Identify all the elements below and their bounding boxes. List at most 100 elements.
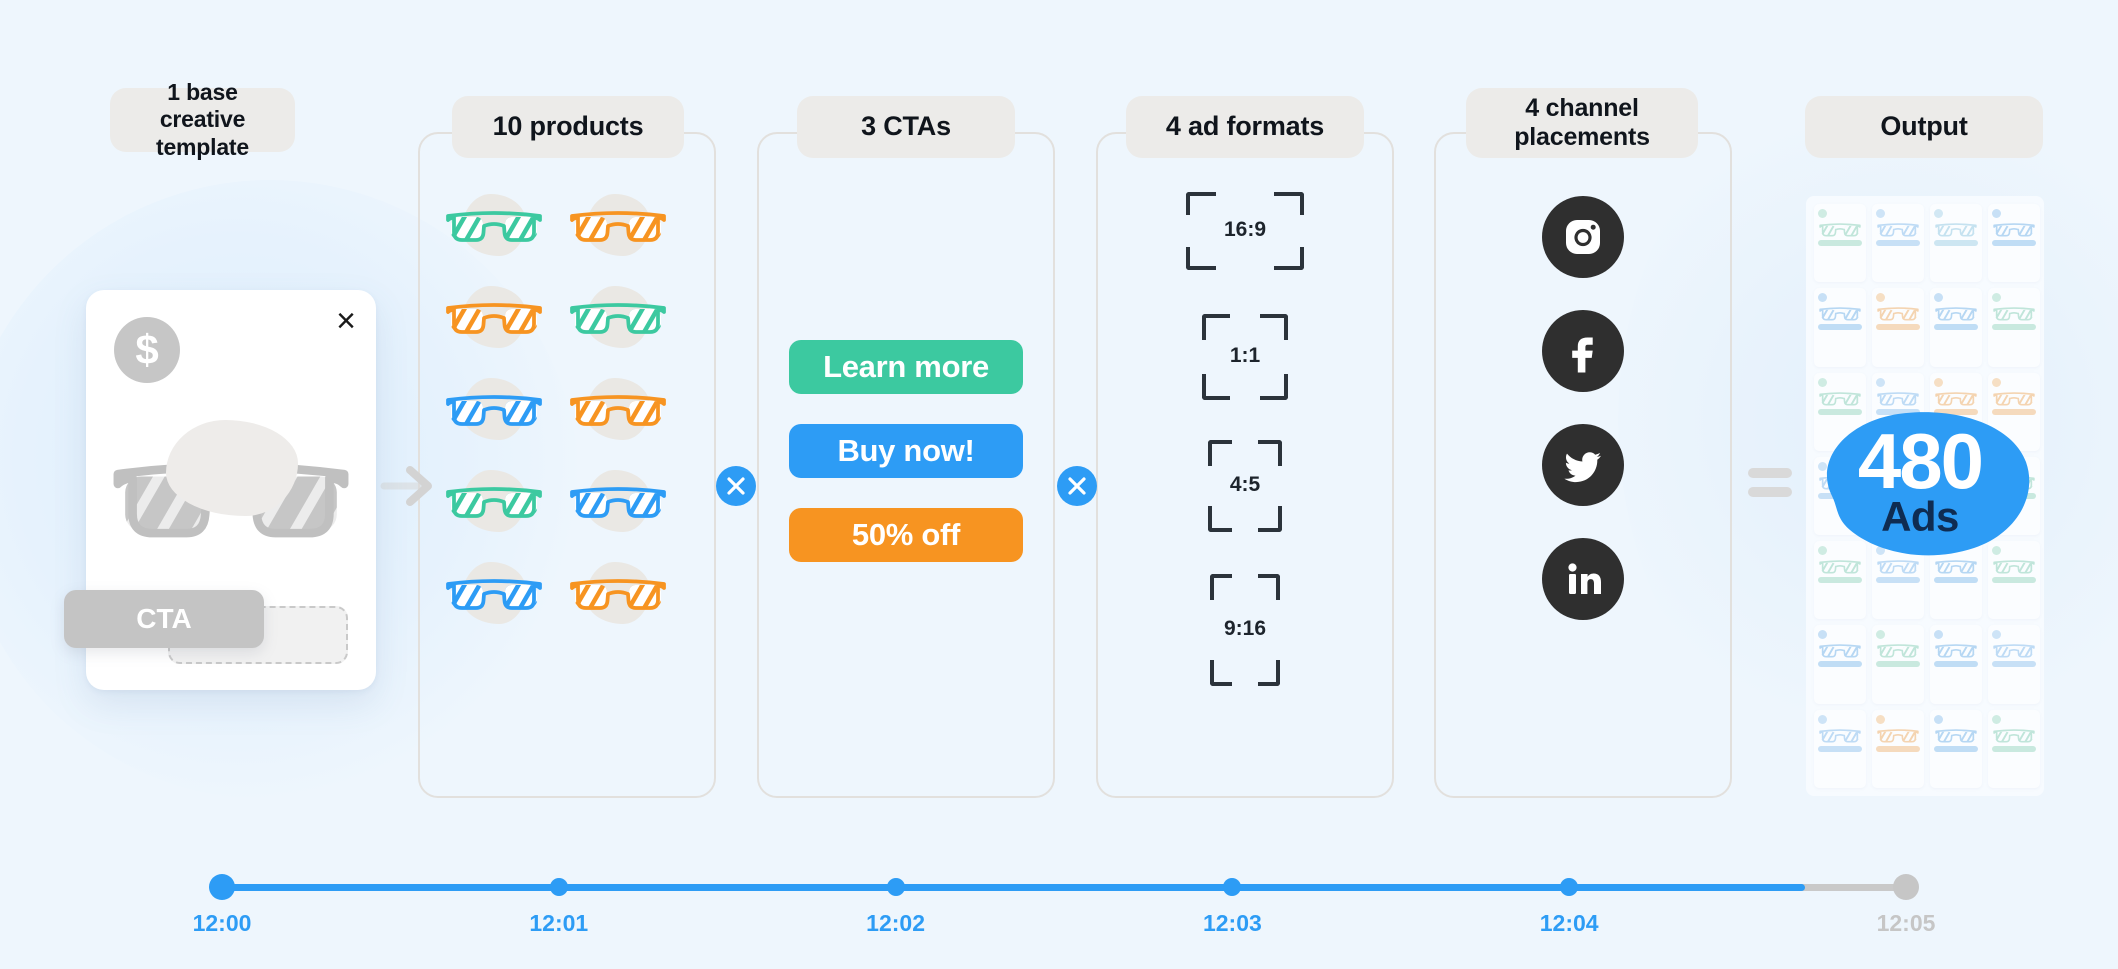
group-label-ctas-text: 3 CTAs xyxy=(861,111,951,142)
cta-button-1[interactable]: Learn more xyxy=(789,340,1023,394)
output-card-glasses xyxy=(1992,727,2036,743)
output-card-cta xyxy=(1992,745,2036,752)
output-card-cta xyxy=(1992,577,2036,584)
crop-corner-bl xyxy=(1186,246,1216,270)
close-icon[interactable]: × xyxy=(336,304,356,338)
timeline-stop-1204[interactable] xyxy=(1560,878,1579,896)
product-item[interactable] xyxy=(568,188,668,280)
output-card-badge xyxy=(1934,377,1943,387)
output-ad-card xyxy=(1988,709,2040,788)
output-card-glasses xyxy=(1934,221,1978,237)
glasses-icon xyxy=(1819,560,1861,574)
diagram-stage: 1 base creative template $ × CTA 10 prod… xyxy=(0,0,2118,969)
output-card-badge xyxy=(1934,714,1943,724)
creative-template-card[interactable]: $ × CTA xyxy=(64,290,376,690)
group-label-formats-text: 4 ad formats xyxy=(1165,111,1325,142)
output-ad-card xyxy=(1930,709,1982,788)
glasses-icon xyxy=(1877,307,1919,321)
template-cta-button[interactable]: CTA xyxy=(64,590,264,648)
template-hero-illustration xyxy=(108,420,354,570)
timeline-stop-1203[interactable] xyxy=(1223,878,1242,896)
timeline-label-1201: 12:01 xyxy=(529,910,589,936)
timeline-label-1202: 12:02 xyxy=(866,910,925,936)
output-ad-card xyxy=(1988,204,2040,283)
product-item[interactable] xyxy=(444,280,544,372)
dollar-badge-icon: $ xyxy=(114,317,180,383)
cta-button-2[interactable]: Buy now! xyxy=(789,424,1023,478)
cta-button-label: Learn more xyxy=(823,349,989,384)
timeline-stop-1205[interactable] xyxy=(1893,874,1919,900)
ad-format-1-1[interactable]: 1:1 xyxy=(1202,314,1288,400)
timeline-stop-1200[interactable] xyxy=(209,874,235,900)
glasses-icon xyxy=(446,579,542,610)
output-card-cta xyxy=(1934,577,1978,584)
product-item[interactable] xyxy=(444,556,544,648)
close-glyph: × xyxy=(336,302,356,340)
output-card-glasses xyxy=(1992,221,2036,237)
output-card-badge xyxy=(1876,630,1885,640)
output-ad-card xyxy=(1872,204,1924,283)
channel-facebook[interactable] xyxy=(1542,310,1624,392)
product-item[interactable] xyxy=(568,464,668,556)
group-label-channels: 4 channel placements xyxy=(1466,88,1698,158)
output-card-badge xyxy=(1876,293,1885,303)
crop-corner-tl xyxy=(1202,314,1230,340)
product-item[interactable] xyxy=(568,556,668,648)
output-card-glasses xyxy=(1876,642,1920,658)
arrow-right-icon xyxy=(380,462,440,515)
timeline-stop-1201[interactable] xyxy=(549,878,568,896)
timeline-label-1204: 12:04 xyxy=(1539,910,1599,936)
equals-bar-top xyxy=(1748,468,1792,478)
output-card-badge xyxy=(1818,714,1827,724)
group-label-output: Output xyxy=(1805,96,2043,158)
product-item[interactable] xyxy=(568,280,668,372)
output-card-badge xyxy=(1992,377,2001,387)
output-ad-card xyxy=(1988,625,2040,704)
output-card-cta xyxy=(1934,240,1978,246)
glasses-icon xyxy=(1935,728,1977,743)
progress-timeline[interactable]: 12:00 12:01 12:02 12:03 12:04 12:05 xyxy=(193,866,1935,946)
output-card-cta xyxy=(1934,745,1978,752)
output-ad-card xyxy=(1930,288,1982,367)
output-card-badge xyxy=(1934,630,1943,640)
channel-linkedin[interactable] xyxy=(1542,538,1624,620)
ad-format-9-16[interactable]: 9:16 xyxy=(1210,574,1280,686)
glasses-icon xyxy=(570,487,666,518)
glasses-icon xyxy=(570,211,666,242)
glasses-icon xyxy=(1935,307,1977,321)
output-ad-card xyxy=(1930,625,1982,704)
timeline-stop-1202[interactable] xyxy=(886,878,905,896)
ad-format-4-5[interactable]: 4:5 xyxy=(1208,440,1282,532)
glasses-icon xyxy=(570,579,666,610)
output-card-glasses xyxy=(1876,558,1920,574)
crop-corner-tr xyxy=(1257,574,1280,600)
cta-button-3[interactable]: 50% off xyxy=(789,508,1023,562)
output-card-badge xyxy=(1934,293,1943,303)
product-item[interactable] xyxy=(444,372,544,464)
output-card-cta xyxy=(1876,324,1920,331)
product-item[interactable] xyxy=(568,372,668,464)
product-item[interactable] xyxy=(444,188,544,280)
output-card-glasses xyxy=(1876,727,1920,743)
output-card-glasses xyxy=(1818,558,1862,574)
ad-format-16-9[interactable]: 16:9 xyxy=(1186,192,1304,270)
output-card-badge xyxy=(1818,209,1827,218)
glasses-icon xyxy=(1935,560,1977,574)
output-ad-card xyxy=(1988,288,2040,367)
glasses-icon xyxy=(446,211,542,242)
crop-corner-bl xyxy=(1208,506,1232,532)
channel-instagram[interactable] xyxy=(1542,196,1624,278)
glasses-icon xyxy=(446,303,542,334)
output-card-badge xyxy=(1818,377,1827,387)
ad-format-label: 1:1 xyxy=(1229,344,1261,367)
output-ad-card xyxy=(1872,625,1924,704)
facebook-icon xyxy=(1572,337,1593,373)
crop-corner-tr xyxy=(1260,314,1288,340)
glasses-icon xyxy=(1935,223,1977,237)
equals-operator xyxy=(1748,468,1792,497)
product-item[interactable] xyxy=(444,464,544,556)
output-card-badge xyxy=(1818,293,1827,303)
output-card-glasses xyxy=(1818,305,1862,321)
output-card-cta xyxy=(1818,745,1862,752)
channel-twitter[interactable] xyxy=(1542,424,1624,506)
